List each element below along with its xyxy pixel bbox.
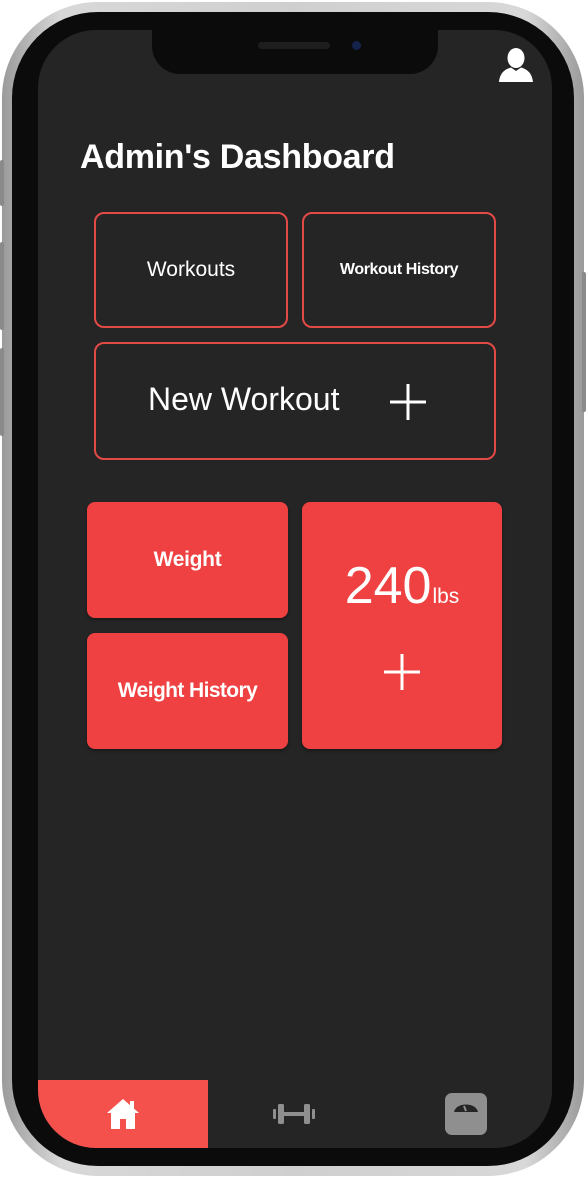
- add-weight-card[interactable]: 240lbs: [302, 502, 502, 749]
- nav-tab-weight[interactable]: [380, 1080, 552, 1148]
- weight-button-label: Weight: [153, 548, 222, 571]
- workouts-button-label: Workouts: [146, 258, 236, 281]
- phone-notch: [152, 30, 438, 74]
- nav-tab-workouts[interactable]: [208, 1080, 380, 1148]
- phone-side-button: [0, 348, 4, 436]
- weight-button[interactable]: Weight: [87, 502, 288, 618]
- plus-icon: [390, 384, 426, 420]
- nav-tab-home[interactable]: [38, 1080, 208, 1148]
- new-workout-button-label: New Workout: [148, 381, 340, 417]
- page-title: Admin's Dashboard: [80, 138, 395, 176]
- speaker-grille: [258, 42, 330, 49]
- workouts-button[interactable]: Workouts: [94, 212, 288, 328]
- home-icon: [107, 1099, 139, 1129]
- workout-history-button[interactable]: Workout History: [302, 212, 496, 328]
- status-bar: [38, 30, 552, 110]
- phone-side-button: [0, 160, 4, 206]
- front-camera: [352, 41, 361, 50]
- current-weight-readout: 240lbs: [302, 556, 502, 616]
- bottom-navigation: [38, 1080, 552, 1148]
- phone-side-button: [0, 242, 4, 330]
- scale-icon: [445, 1093, 487, 1135]
- new-workout-button[interactable]: New Workout: [94, 342, 496, 460]
- workout-history-button-label: Workout History: [339, 261, 459, 278]
- current-weight-value: 240: [344, 557, 432, 615]
- dumbbell-icon: [273, 1104, 315, 1124]
- app-screen: Admin's Dashboard Workouts Workout Histo…: [38, 30, 552, 1148]
- current-weight-unit: lbs: [432, 585, 460, 608]
- plus-icon: [384, 654, 420, 690]
- weight-history-button-label: Weight History: [117, 679, 258, 702]
- weight-history-button[interactable]: Weight History: [87, 633, 288, 749]
- phone-side-button: [582, 272, 586, 412]
- user-profile-icon[interactable]: [496, 44, 536, 84]
